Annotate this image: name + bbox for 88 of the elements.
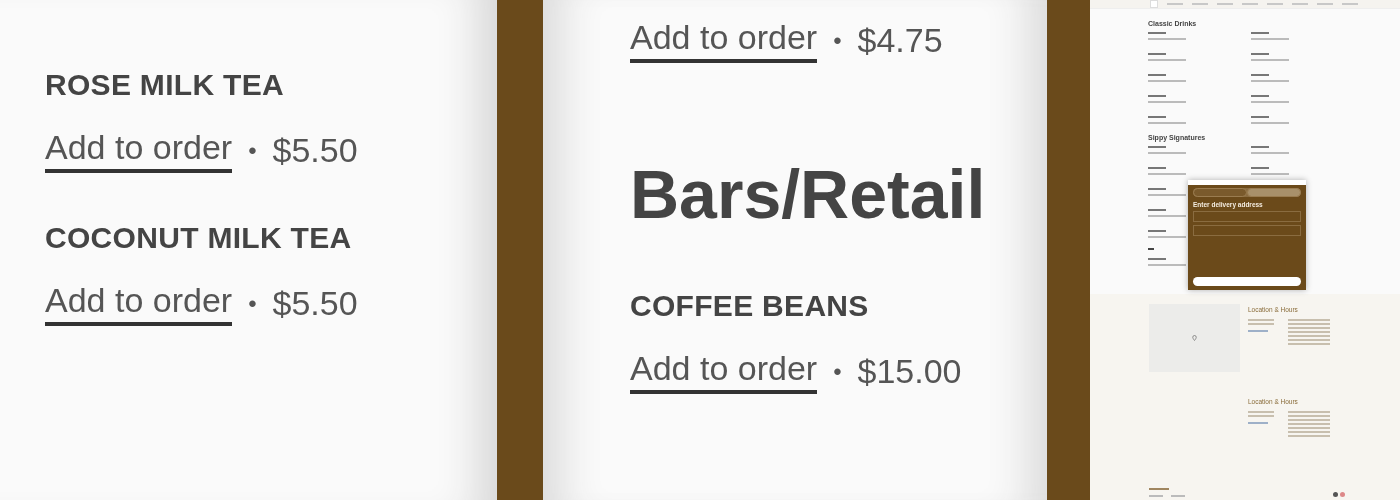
- text-line: [1251, 146, 1269, 148]
- bullet-separator: •: [833, 26, 842, 55]
- nav-link[interactable]: [1292, 3, 1308, 5]
- text-line: [1148, 167, 1166, 169]
- text-line: [1148, 230, 1166, 232]
- text-line: [1148, 215, 1186, 217]
- text-line: [1149, 488, 1169, 490]
- text-line: [1248, 323, 1274, 325]
- item-name: ROSE MILK TEA: [45, 68, 285, 102]
- text-line: [1288, 335, 1330, 337]
- text-line: [1148, 95, 1166, 97]
- text-line: [1251, 167, 1269, 169]
- add-to-order-link[interactable]: Add to order: [45, 281, 233, 326]
- text-line: [1288, 419, 1330, 421]
- text-line: [1148, 38, 1186, 40]
- text-line: [1288, 415, 1330, 417]
- text-line: [1288, 431, 1330, 433]
- text-line: [1148, 80, 1186, 82]
- text-line: [1148, 59, 1186, 61]
- item-price: $4.75: [857, 21, 943, 60]
- add-to-order-link[interactable]: Add to order: [630, 18, 818, 63]
- text-line: [1251, 101, 1289, 103]
- item-name: COFFEE BEANS: [630, 289, 870, 323]
- text-line: [1288, 331, 1330, 333]
- text-line: [1148, 146, 1166, 148]
- text-line: [1251, 38, 1289, 40]
- text-line: [1251, 74, 1269, 76]
- address-field[interactable]: [1193, 211, 1301, 222]
- submit-button[interactable]: [1193, 277, 1301, 286]
- text-line: [1251, 173, 1289, 175]
- text-line: [1251, 80, 1289, 82]
- text-line: [1248, 415, 1274, 417]
- mode-tab[interactable]: [1247, 188, 1301, 197]
- item-price: $5.50: [272, 284, 358, 323]
- text-line: [1251, 152, 1289, 154]
- item-price: $5.50: [272, 131, 358, 170]
- add-to-order-link[interactable]: Add to order: [630, 349, 818, 394]
- text-line: [1148, 53, 1166, 55]
- text-line: [1148, 101, 1186, 103]
- text-line: [1148, 32, 1166, 34]
- text-line: [1288, 411, 1330, 413]
- footer-link[interactable]: [1149, 495, 1163, 497]
- text-line: [1148, 116, 1166, 118]
- text-line: [1288, 435, 1330, 437]
- text-line: [1288, 339, 1330, 341]
- text-line: [1288, 423, 1330, 425]
- text-line: [1251, 53, 1269, 55]
- bullet-separator: •: [248, 136, 257, 165]
- text-line: [1251, 95, 1269, 97]
- nav-link[interactable]: [1267, 3, 1283, 5]
- nav-link[interactable]: [1317, 3, 1333, 5]
- item-price: $15.00: [857, 352, 962, 391]
- text-line: [1148, 188, 1166, 190]
- mode-tab[interactable]: [1193, 188, 1247, 197]
- text-line: [1251, 122, 1289, 124]
- search-icon[interactable]: [1150, 0, 1158, 8]
- text-line: [1251, 32, 1269, 34]
- text-line: [1148, 236, 1186, 238]
- nav-link[interactable]: [1192, 3, 1208, 5]
- nav-link[interactable]: [1242, 3, 1258, 5]
- text-line: [1148, 173, 1186, 175]
- text-line: [1248, 319, 1274, 321]
- add-to-order-link[interactable]: Add to order: [45, 128, 233, 173]
- nav-link[interactable]: [1217, 3, 1233, 5]
- text-line: [1148, 209, 1166, 211]
- text-line: [1251, 116, 1269, 118]
- text-line: [1288, 323, 1330, 325]
- text-line: [1251, 59, 1289, 61]
- section-heading: Bars/Retail: [630, 155, 987, 233]
- text-line: [1148, 194, 1186, 196]
- text-line: [1288, 327, 1330, 329]
- text-line: [1288, 319, 1330, 321]
- text-line: [1148, 258, 1166, 260]
- text-line: [1148, 74, 1166, 76]
- item-name: COCONUT MILK TEA: [45, 221, 353, 255]
- nav-link[interactable]: [1342, 3, 1358, 5]
- footer-link[interactable]: [1171, 495, 1185, 497]
- text-line: [1148, 264, 1186, 266]
- text-line: [1248, 411, 1274, 413]
- text-line: [1148, 152, 1186, 154]
- map-pin-icon: [1192, 335, 1197, 341]
- bullet-separator: •: [833, 357, 842, 386]
- text-line: [1148, 122, 1186, 124]
- bullet-separator: •: [248, 289, 257, 318]
- address-field[interactable]: [1193, 225, 1301, 236]
- nav-link[interactable]: [1167, 3, 1183, 5]
- text-line: [1288, 343, 1330, 345]
- text-line: [1288, 427, 1330, 429]
